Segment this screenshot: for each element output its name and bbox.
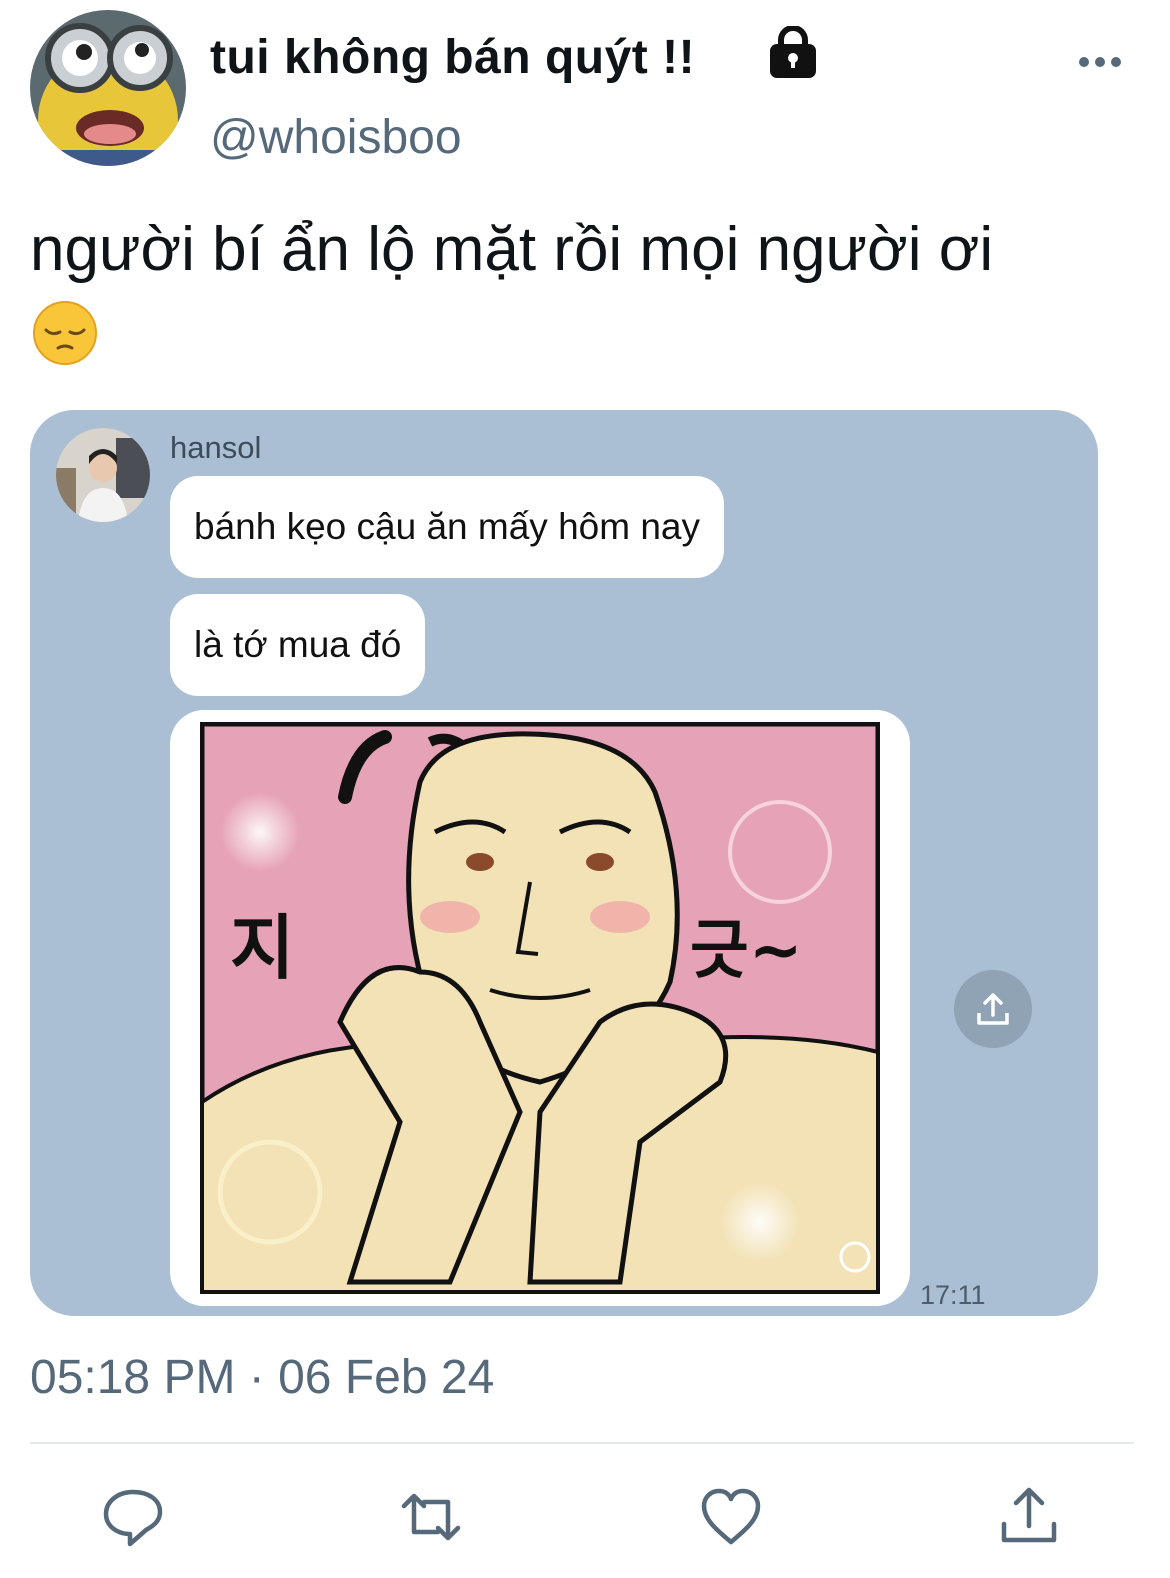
reply-icon [103,1489,163,1547]
chat-sender-name: hansol [170,430,262,465]
sticker-text-right: 긋~ [690,914,803,988]
more-options-icon[interactable] [1078,55,1122,69]
tweet-text: người bí ẩn lộ mặt rồi mọi người ơi [30,215,994,284]
chat-screenshot[interactable]: hansol bánh kẹo cậu ăn mấy hôm nay là tớ… [30,410,1098,1316]
retweet-button[interactable] [398,1484,464,1550]
chat-share-button[interactable] [954,970,1032,1048]
like-button[interactable] [698,1484,764,1550]
pensive-face-icon [32,300,98,366]
upload-icon [977,993,1009,1025]
display-name[interactable]: tui không bán quýt !! [210,30,695,85]
divider [30,1442,1134,1444]
avatar[interactable] [30,10,186,166]
share-icon [1001,1487,1057,1543]
sticker-image[interactable]: 지 긋~ [199,721,881,1295]
chat-avatar [56,428,150,522]
lock-icon [768,25,818,80]
chat-message: là tớ mua đó [170,594,426,696]
tweet-timestamp[interactable]: 05:18 PM · 06 Feb 24 [30,1350,494,1405]
handle[interactable]: @whoisboo [210,110,462,165]
reply-button[interactable] [100,1484,166,1550]
like-icon [701,1488,761,1545]
sticker-text-left: 지 [230,907,294,989]
retweet-icon [401,1493,461,1541]
share-button[interactable] [996,1484,1062,1550]
chat-timestamp: 17:11 [920,1280,986,1310]
chat-message: bánh kẹo cậu ăn mấy hôm nay [170,476,724,578]
